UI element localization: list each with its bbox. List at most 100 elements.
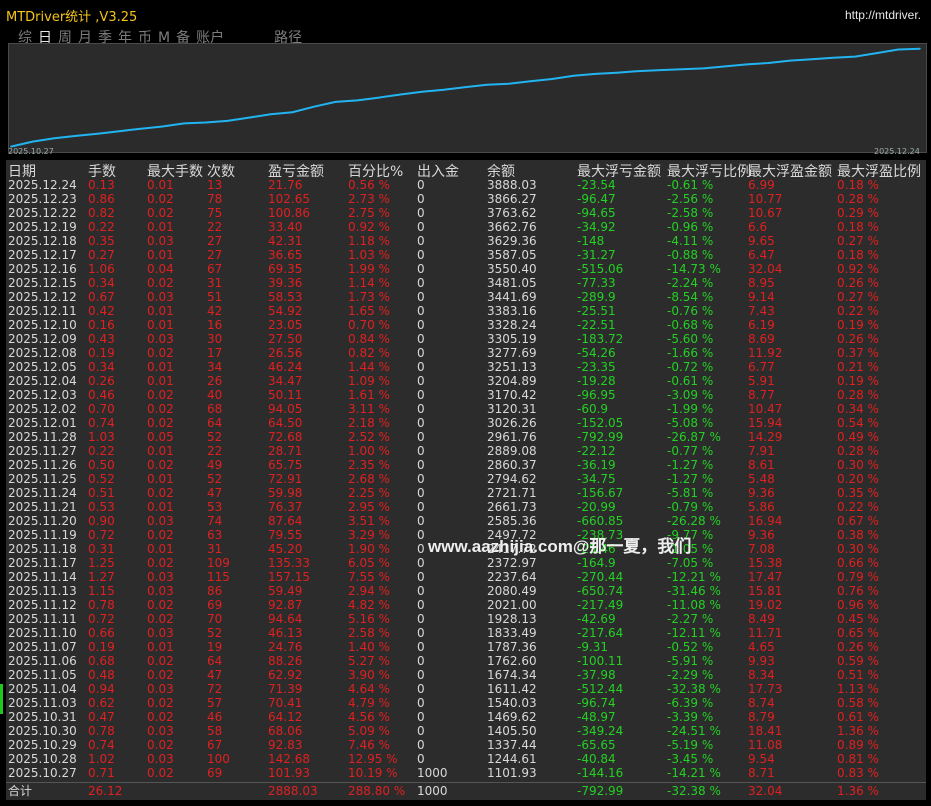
table-cell: 8.71	[748, 766, 775, 780]
table-cell: 59.49	[268, 584, 303, 598]
table-cell: 52	[207, 626, 223, 640]
table-cell: 6.47	[748, 248, 775, 262]
table-cell: 22	[207, 220, 223, 234]
table-row: 2025.12.03 0.46 0.02 40 50.11 1.61 % 0 3170.42 -…	[6, 388, 926, 402]
table-cell: 0.62	[88, 696, 115, 710]
table-cell: 0	[417, 528, 425, 542]
table-cell: 0	[417, 472, 425, 486]
table-cell: 11.71	[748, 626, 783, 640]
table-cell: 0.13	[88, 178, 115, 192]
table-cell: 0.03	[147, 626, 174, 640]
table-cell: 2025.11.13	[8, 584, 77, 598]
table-cell: 1762.60	[487, 654, 537, 668]
table-cell: 72	[207, 682, 223, 696]
table-cell: 49	[207, 458, 223, 472]
table-cell: 2025.12.23	[8, 192, 77, 206]
table-cell: 8.49	[748, 612, 775, 626]
table-cell: 3.90 %	[348, 668, 390, 682]
table-cell: 3662.76	[487, 220, 537, 234]
table-row: 2025.11.12 0.78 0.02 69 92.87 4.82 % 0 2021.00 -…	[6, 598, 926, 612]
website-link[interactable]: http://mtdriver.	[845, 8, 921, 22]
table-cell: 34	[207, 360, 223, 374]
table-cell: -26.87 %	[667, 430, 721, 444]
summary-cell: -32.38 %	[667, 784, 721, 798]
table-cell: 5.16 %	[348, 612, 390, 626]
summary-cell: 26.12	[88, 784, 123, 798]
table-cell: -32.38 %	[667, 682, 721, 696]
table-cell: 0	[417, 668, 425, 682]
table-cell: 69.35	[268, 262, 303, 276]
table-cell: 36.65	[268, 248, 303, 262]
table-cell: 64	[207, 654, 223, 668]
table-cell: 0	[417, 206, 425, 220]
table-cell: -1.99 %	[667, 402, 714, 416]
table-cell: 22	[207, 444, 223, 458]
table-cell: 2025.11.19	[8, 528, 77, 542]
balance-point	[854, 55, 856, 58]
table-cell: 0.30 %	[837, 458, 879, 472]
table-cell: 2025.11.05	[8, 668, 77, 682]
table-cell: 0.02	[147, 388, 174, 402]
table-cell: 0.35	[88, 234, 115, 248]
table-cell: -3.45 %	[667, 752, 714, 766]
table-cell: 3328.24	[487, 318, 537, 332]
table-cell: 4.64 %	[348, 682, 390, 696]
table-cell: 0.02	[147, 276, 174, 290]
summary-cell: 1.36 %	[837, 784, 879, 798]
table-cell: -515.06	[577, 262, 624, 276]
table-cell: 0.29 %	[837, 206, 879, 220]
table-cell: 2025.11.04	[8, 682, 77, 696]
table-cell: 8.95	[748, 276, 775, 290]
table-cell: -164.9	[577, 556, 616, 570]
table-cell: 9.93	[748, 654, 775, 668]
table-cell: 1405.50	[487, 724, 537, 738]
table-cell: 0	[417, 654, 425, 668]
column-header: 手数	[88, 164, 116, 180]
table-cell: 3026.26	[487, 416, 537, 430]
balance-point	[507, 83, 510, 85]
table-cell: 57	[207, 696, 223, 710]
table-cell: 3629.36	[487, 234, 537, 248]
table-cell: 0.19	[88, 346, 115, 360]
balance-chart	[8, 43, 927, 153]
table-cell: 1337.44	[487, 738, 537, 752]
table-cell: 53	[207, 500, 223, 514]
table-cell: -217.49	[577, 598, 624, 612]
table-cell: 0.82 %	[348, 346, 390, 360]
table-cell: 0.02	[147, 668, 174, 682]
table-cell: 135.33	[268, 556, 310, 570]
table-cell: 0	[417, 752, 425, 766]
table-cell: -792.99	[577, 430, 624, 444]
table-cell: 2.73 %	[348, 192, 390, 206]
table-cell: 1.44 %	[348, 360, 390, 374]
table-cell: 0	[417, 458, 425, 472]
table-cell: 0.90	[88, 514, 115, 528]
table-cell: 2025.11.28	[8, 430, 77, 444]
column-header: 日期	[8, 164, 36, 180]
table-cell: 92.83	[268, 738, 303, 752]
table-cell: 0.03	[147, 514, 174, 528]
table-cell: 6.6	[748, 220, 768, 234]
table-row: 2025.11.05 0.48 0.02 47 62.92 3.90 % 0 1674.34 -…	[6, 668, 926, 682]
table-cell: 27	[207, 234, 223, 248]
daily-stats-table: 日期 手数 最大手数 次数 盈亏金额 百分比% 出入金 余额 最大浮亏金额 最大浮亏比例 最大浮盈金…	[6, 160, 926, 800]
table-cell: 1.27	[88, 570, 115, 584]
table-cell: 0	[417, 570, 425, 584]
table-cell: 94.05	[268, 402, 303, 416]
table-row: 2025.11.03 0.62 0.02 57 70.41 4.79 % 0 1540.03 -…	[6, 696, 926, 710]
table-cell: 0.03	[147, 584, 174, 598]
table-cell: 64	[207, 416, 223, 430]
table-row: 2025.12.22 0.82 0.02 75 100.86 2.75 % 0 3763.62…	[6, 206, 926, 220]
column-header: 最大手数	[147, 164, 203, 180]
table-row: 2025.11.27 0.22 0.01 22 28.71 1.00 % 0 2889.08 -…	[6, 444, 926, 458]
table-cell: 1.03	[88, 430, 115, 444]
table-cell: 33.40	[268, 220, 303, 234]
table-cell: 3277.69	[487, 346, 537, 360]
table-cell: 0.37 %	[837, 346, 879, 360]
table-cell: -54.26	[577, 346, 616, 360]
table-cell: 1.25	[88, 556, 115, 570]
left-indicator	[0, 684, 3, 714]
table-cell: 0.30 %	[837, 542, 879, 556]
balance-point	[486, 84, 488, 86]
table-cell: 2.18 %	[348, 416, 390, 430]
